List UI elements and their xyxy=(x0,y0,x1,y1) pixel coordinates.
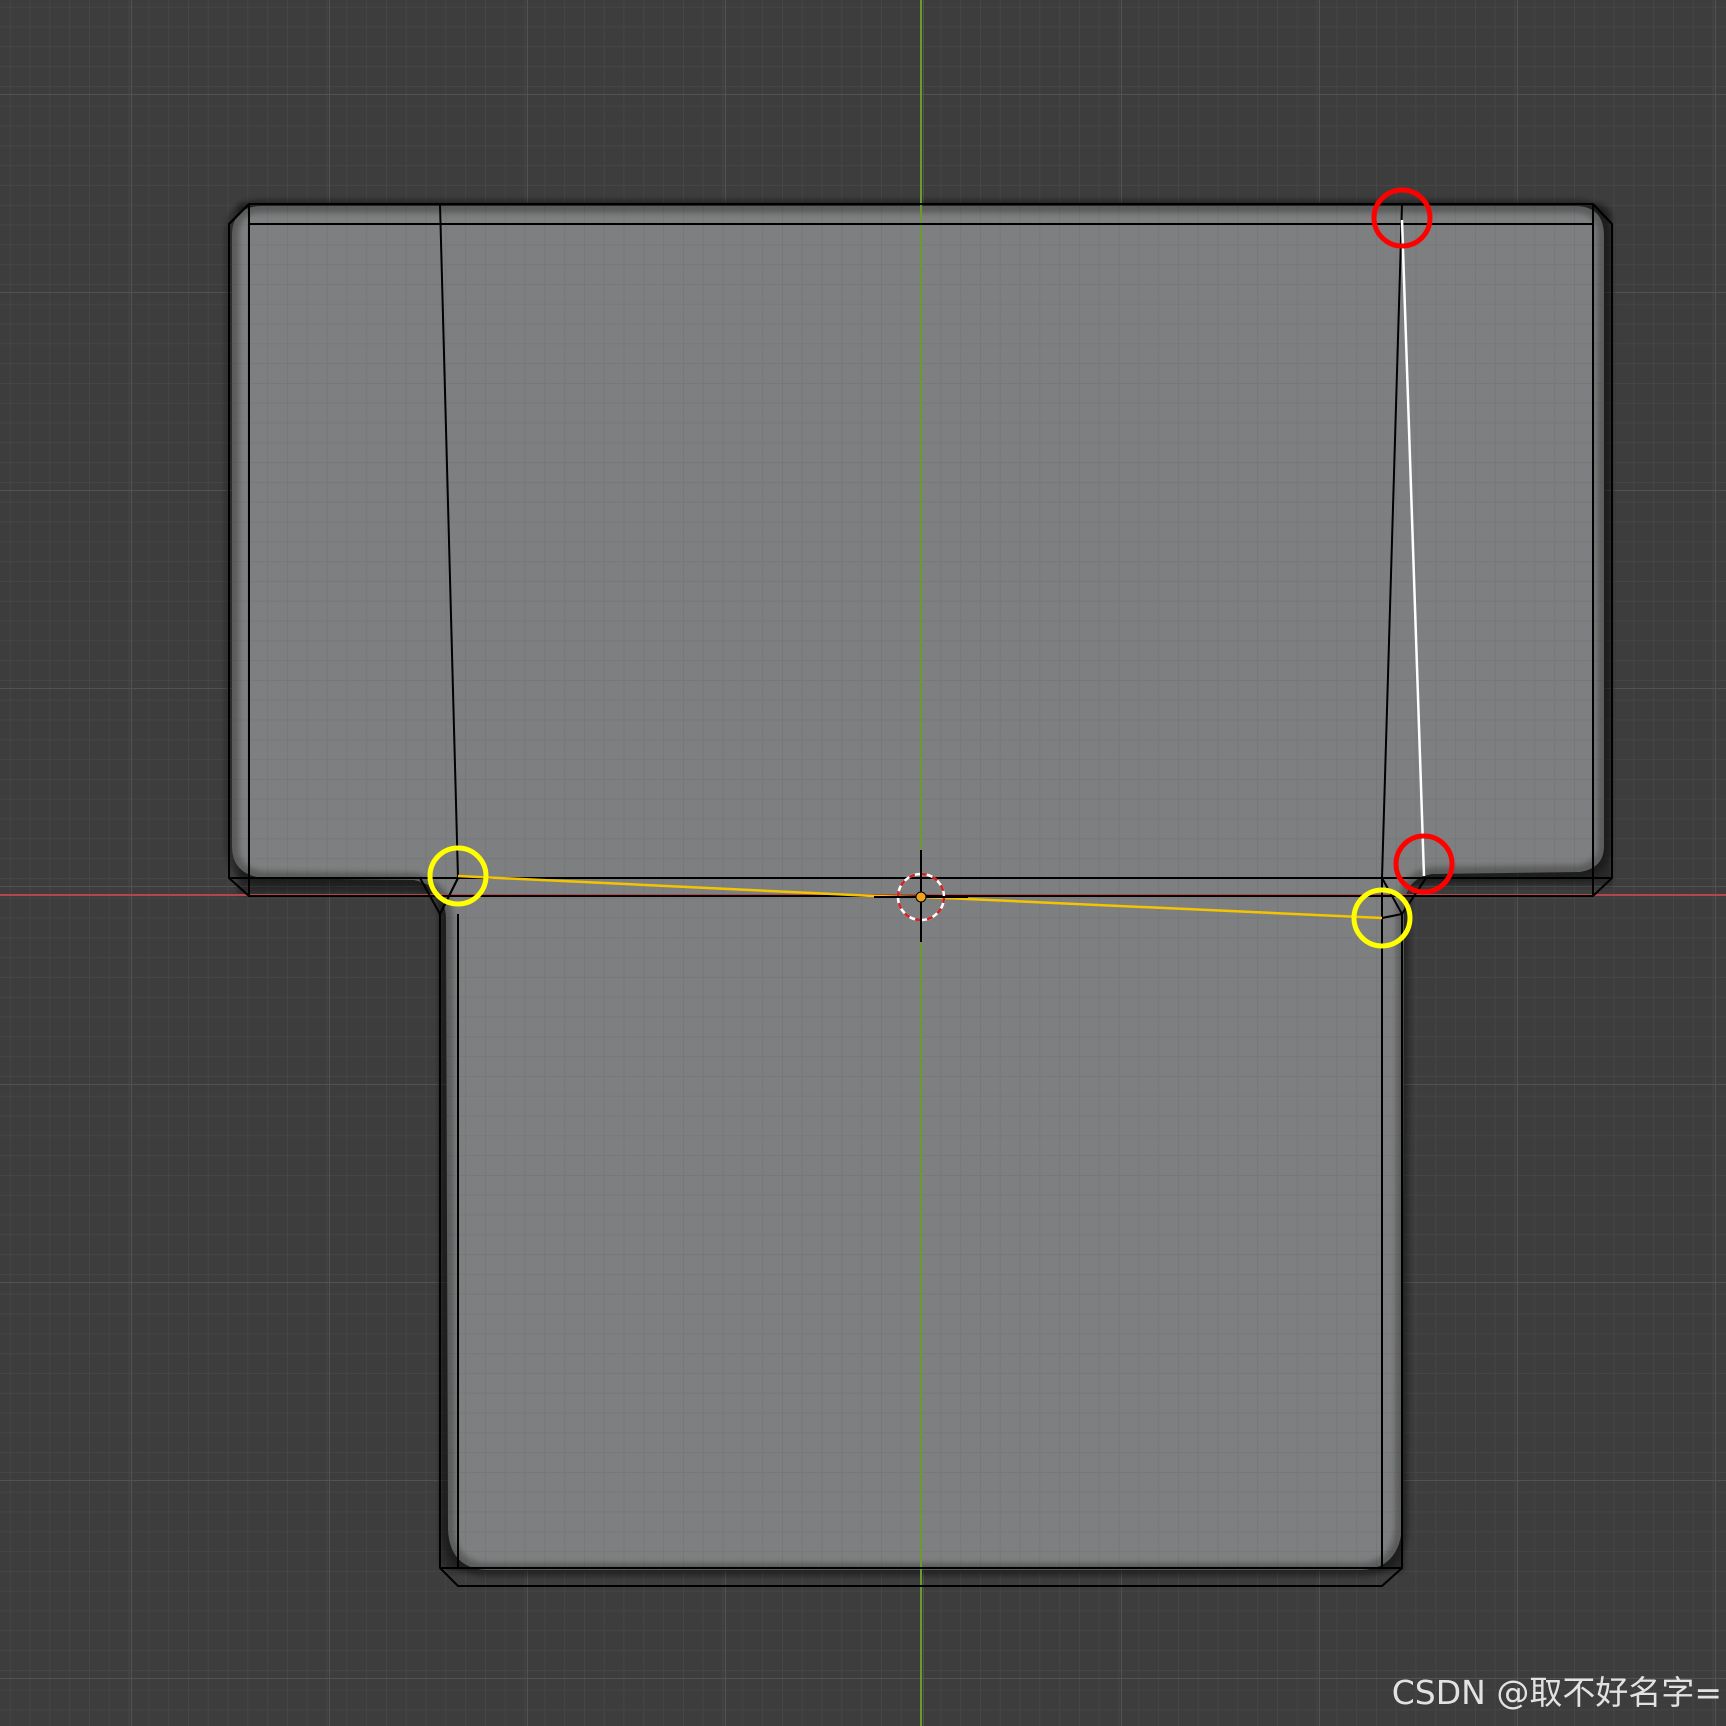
viewport-canvas[interactable] xyxy=(0,0,1726,1726)
3d-viewport[interactable]: CSDN @取不好名字= xyxy=(0,0,1726,1726)
watermark-text: CSDN @取不好名字= xyxy=(1391,1673,1722,1712)
object-origin-icon[interactable] xyxy=(915,891,927,903)
